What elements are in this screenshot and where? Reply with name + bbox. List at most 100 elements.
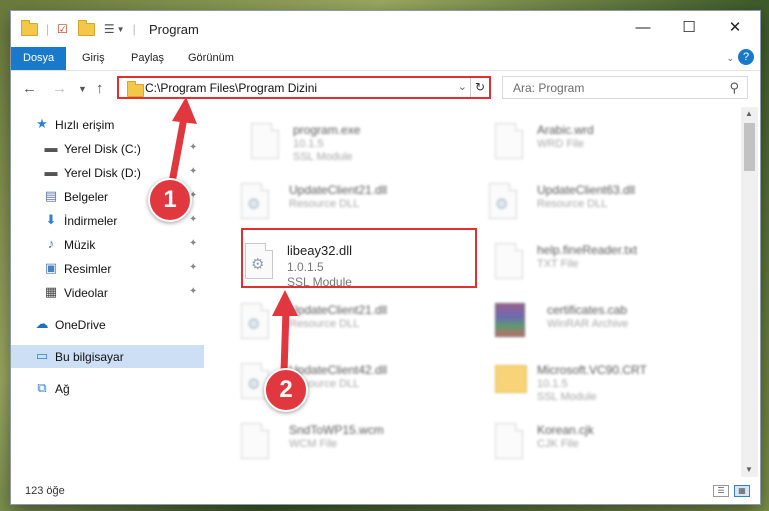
file-version: 10.1.5 bbox=[293, 138, 324, 150]
pin-icon[interactable]: ✦ bbox=[189, 238, 197, 249]
sidebar-item-label: Müzik bbox=[64, 238, 96, 252]
list-item[interactable]: SndToWP15.wcm WCM File bbox=[233, 417, 453, 469]
sidebar-item-pictures[interactable]: ▣ Resimler ✦ bbox=[11, 257, 204, 280]
drive-icon: ▬ bbox=[44, 164, 58, 179]
list-item[interactable]: certificates.cab WinRAR Archive bbox=[487, 297, 707, 349]
properties-icon[interactable]: ☑ bbox=[57, 22, 68, 36]
file-type: Resource DLL bbox=[289, 318, 360, 330]
pin-icon[interactable]: ✦ bbox=[189, 286, 197, 297]
scroll-up-icon[interactable]: ▲ bbox=[745, 109, 753, 118]
list-item[interactable]: ⚙ UpdateClient21.dll Resource DLL bbox=[233, 297, 453, 349]
file-version: 10.1.5 bbox=[537, 378, 568, 390]
file-type: TXT File bbox=[537, 258, 579, 270]
file-type: Resource DLL bbox=[537, 198, 608, 210]
recent-locations-icon[interactable]: ▼ bbox=[78, 84, 87, 94]
network-icon: ⧉ bbox=[37, 380, 47, 395]
gear-icon: ⚙ bbox=[247, 196, 261, 213]
step-1-badge: 1 bbox=[148, 178, 192, 222]
ribbon: Dosya Giriş Paylaş Görünüm ⌄ ? bbox=[11, 47, 760, 71]
forward-arrow-icon[interactable]: → bbox=[52, 80, 67, 97]
sidebar-item-local-disk-c[interactable]: ▬ Yerel Disk (C:) ✦ bbox=[11, 137, 204, 160]
sidebar-item-videos[interactable]: ▦ Videolar ✦ bbox=[11, 281, 204, 304]
pin-icon[interactable]: ✦ bbox=[189, 262, 197, 273]
help-icon[interactable]: ? bbox=[738, 49, 754, 65]
sidebar-item-onedrive[interactable]: ☁ OneDrive bbox=[11, 313, 204, 336]
vertical-scrollbar[interactable]: ▲ ▼ bbox=[741, 107, 758, 477]
list-item[interactable]: help.fineReader.txt TXT File bbox=[487, 237, 707, 289]
list-item[interactable]: Korean.cjk CJK File bbox=[487, 417, 707, 469]
pictures-icon: ▣ bbox=[44, 260, 58, 275]
close-button[interactable]: ✕ bbox=[712, 11, 758, 43]
pin-icon[interactable]: ✦ bbox=[189, 142, 197, 153]
list-item[interactable]: ⚙ UpdateClient21.dll Resource DLL bbox=[233, 177, 453, 229]
navigation-pane: ★ Hızlı erişim ▬ Yerel Disk (C:) ✦ ▬ Yer… bbox=[11, 107, 206, 477]
list-item[interactable]: Microsoft.VC90.CRT 10.1.5 SSL Module bbox=[487, 357, 707, 409]
folder-icon bbox=[127, 81, 144, 97]
sidebar-item-label: Belgeler bbox=[64, 190, 109, 204]
file-type: CJK File bbox=[537, 438, 579, 450]
sidebar-item-music[interactable]: ♪ Müzik ✦ bbox=[11, 233, 204, 256]
folder-icon bbox=[495, 365, 527, 393]
up-arrow-icon[interactable]: ↑ bbox=[96, 80, 104, 97]
tab-dosya[interactable]: Dosya bbox=[11, 47, 67, 70]
file-name: certificates.cab bbox=[547, 303, 628, 317]
file-type: Resource DLL bbox=[289, 198, 360, 210]
customize-icon[interactable]: ☰ bbox=[104, 22, 115, 36]
sidebar-item-label: Bu bilgisayar bbox=[55, 350, 124, 364]
sidebar-item-label: Ağ bbox=[55, 382, 70, 396]
sidebar-item-label: Yerel Disk (C:) bbox=[64, 142, 141, 156]
separator: | bbox=[132, 22, 136, 36]
list-item[interactable]: Arabic.wrd WRD File bbox=[487, 117, 707, 169]
address-bar[interactable]: C:\Program Files\Program Dizini ⌄ ↻ bbox=[117, 76, 491, 99]
step-2-badge: 2 bbox=[264, 368, 308, 412]
file-name: Microsoft.VC90.CRT bbox=[537, 363, 647, 377]
file-icon bbox=[495, 423, 523, 459]
sidebar-item-quick-access[interactable]: ★ Hızlı erişim bbox=[11, 113, 204, 136]
title-bar: | ☑ ☰ ▼ | Program — ☐ ✕ bbox=[11, 11, 760, 47]
sidebar-item-label: Yerel Disk (D:) bbox=[64, 166, 141, 180]
chevron-down-icon[interactable]: ⌄ bbox=[458, 80, 467, 93]
pin-icon[interactable]: ✦ bbox=[189, 214, 197, 225]
back-arrow-icon[interactable]: ← bbox=[22, 80, 37, 97]
expand-ribbon-icon[interactable]: ⌄ bbox=[726, 53, 734, 64]
sidebar-item-label: OneDrive bbox=[55, 318, 106, 332]
search-icon[interactable]: ⚲ bbox=[729, 80, 739, 96]
scroll-down-icon[interactable]: ▼ bbox=[745, 465, 753, 474]
gear-icon: ⚙ bbox=[495, 196, 509, 213]
status-bar: 123 öğe ☰ ▦ bbox=[11, 477, 760, 504]
tab-giris[interactable]: Giriş bbox=[82, 47, 105, 70]
text-file-icon bbox=[495, 243, 523, 279]
download-arrow-icon: ⬇ bbox=[45, 212, 57, 227]
file-name: help.fineReader.txt bbox=[537, 243, 638, 257]
sidebar-item-this-pc[interactable]: ▭ Bu bilgisayar bbox=[11, 345, 204, 368]
tab-gorunum[interactable]: Görünüm bbox=[188, 47, 234, 70]
tab-paylas[interactable]: Paylaş bbox=[131, 47, 164, 70]
large-icons-view-icon[interactable]: ▦ bbox=[734, 485, 750, 497]
film-icon: ▦ bbox=[44, 284, 58, 299]
sidebar-item-network[interactable]: ⧉ Ağ bbox=[11, 377, 204, 400]
chevron-down-icon[interactable]: ▼ bbox=[117, 25, 125, 34]
file-type: WinRAR Archive bbox=[547, 318, 629, 330]
details-view-icon[interactable]: ☰ bbox=[713, 485, 729, 497]
search-input[interactable]: Ara: Program ⚲ bbox=[502, 76, 748, 99]
sidebar-item-label: Resimler bbox=[64, 262, 112, 276]
list-item[interactable]: ⚙ UpdateClient63.dll Resource DLL bbox=[481, 177, 701, 229]
pin-icon[interactable]: ✦ bbox=[189, 166, 197, 177]
file-name: program.exe bbox=[293, 123, 361, 137]
winrar-archive-icon bbox=[495, 303, 525, 337]
new-folder-icon[interactable] bbox=[77, 19, 95, 36]
window-title: Program bbox=[149, 22, 199, 37]
maximize-button[interactable]: ☐ bbox=[666, 11, 712, 43]
minimize-button[interactable]: — bbox=[620, 11, 666, 43]
search-placeholder: Ara: Program bbox=[513, 81, 585, 95]
scrollbar-thumb[interactable] bbox=[744, 123, 755, 171]
file-icon bbox=[241, 423, 269, 459]
refresh-icon[interactable]: ↻ bbox=[470, 78, 489, 97]
gear-icon: ⚙ bbox=[247, 376, 261, 393]
computer-icon: ▭ bbox=[35, 348, 49, 363]
file-name: SndToWP15.wcm bbox=[289, 423, 384, 437]
exe-file-icon bbox=[251, 123, 279, 159]
list-item[interactable]: program.exe 10.1.5 SSL Module bbox=[243, 117, 463, 169]
file-name: UpdateClient42.dll bbox=[289, 363, 388, 377]
sidebar-item-label: Hızlı erişim bbox=[55, 118, 115, 132]
